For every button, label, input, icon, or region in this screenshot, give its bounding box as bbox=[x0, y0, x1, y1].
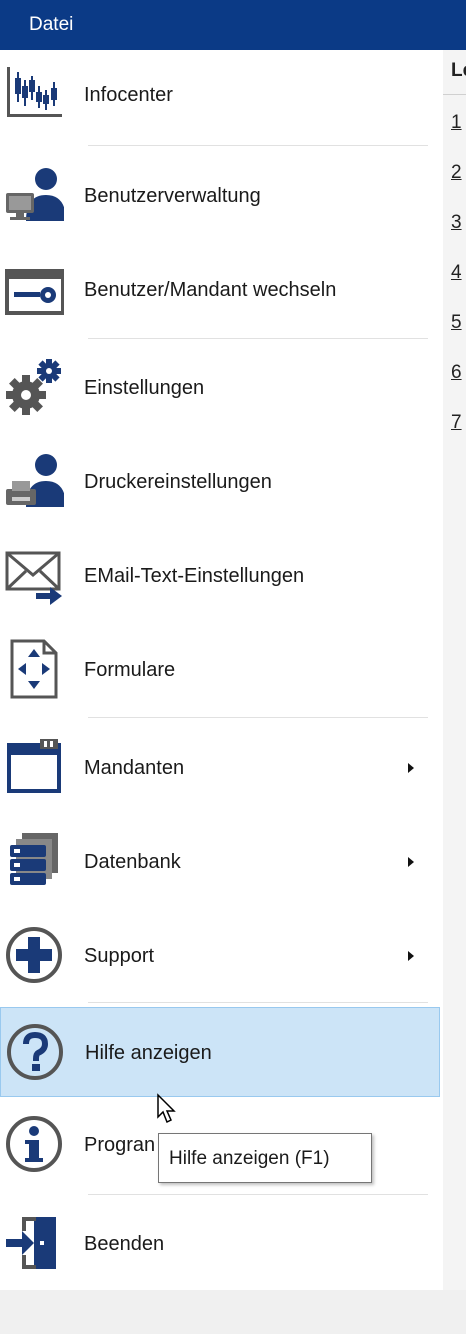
menu-item-label: Benutzerverwaltung bbox=[84, 185, 261, 207]
menu-item-label: Einstellungen bbox=[84, 377, 205, 399]
plus-circle-icon bbox=[4, 925, 64, 985]
file-menu: Infocenter Benutzerverwaltung Benutzer/M… bbox=[0, 50, 443, 1290]
exit-door-icon bbox=[4, 1213, 64, 1273]
list-link[interactable]: 1 bbox=[451, 112, 462, 134]
mouse-cursor-icon bbox=[157, 1093, 176, 1124]
separator bbox=[88, 1194, 428, 1195]
menu-item-datenbank[interactable]: Datenbank bbox=[0, 817, 443, 907]
list-link[interactable]: 6 bbox=[451, 362, 462, 384]
menu-title[interactable]: Datei bbox=[29, 14, 73, 36]
menu-item-benutzer-mandant-wechseln[interactable]: Benutzer/Mandant wechseln bbox=[0, 245, 443, 335]
menu-item-label: Progran bbox=[84, 1134, 156, 1156]
database-icon bbox=[4, 831, 64, 891]
info-circle-icon bbox=[4, 1114, 64, 1174]
gears-icon bbox=[4, 357, 64, 417]
menu-item-label: Support bbox=[84, 945, 155, 967]
bottom-area bbox=[0, 1290, 466, 1334]
question-circle-icon bbox=[5, 1022, 65, 1082]
menu-item-mandanten[interactable]: Mandanten bbox=[0, 723, 443, 813]
submenu-arrow-icon bbox=[408, 951, 414, 961]
menu-item-infocenter[interactable]: Infocenter bbox=[0, 50, 443, 140]
key-card-icon bbox=[4, 263, 64, 323]
menu-item-label: Benutzer/Mandant wechseln bbox=[84, 279, 337, 301]
printer-user-icon bbox=[4, 451, 64, 511]
submenu-arrow-icon bbox=[408, 763, 414, 773]
separator bbox=[88, 1002, 428, 1003]
background-list-panel: Le 1 2 3 4 5 6 7 bbox=[443, 50, 466, 1290]
menu-item-beenden[interactable]: Beenden bbox=[0, 1199, 443, 1289]
envelope-arrow-icon bbox=[4, 547, 64, 607]
menu-item-label: Beenden bbox=[84, 1233, 165, 1255]
menu-item-label: Mandanten bbox=[84, 757, 185, 779]
menu-item-label: Druckereinstellungen bbox=[84, 471, 272, 493]
user-computer-icon bbox=[4, 165, 64, 225]
tooltip: Hilfe anzeigen (F1) bbox=[158, 1133, 372, 1183]
separator bbox=[88, 338, 428, 339]
list-link[interactable]: 2 bbox=[451, 162, 462, 184]
separator bbox=[88, 145, 428, 146]
candlestick-chart-icon bbox=[4, 62, 64, 122]
menu-item-email-text-einstellungen[interactable]: EMail-Text-Einstellungen bbox=[0, 531, 443, 621]
menu-item-label: EMail-Text-Einstellungen bbox=[84, 565, 305, 587]
list-link[interactable]: 3 bbox=[451, 212, 462, 234]
menu-item-label: Hilfe anzeigen bbox=[85, 1042, 212, 1064]
list-link[interactable]: 4 bbox=[451, 262, 462, 284]
form-page-icon bbox=[4, 639, 64, 699]
window-folder-icon bbox=[4, 737, 64, 797]
menu-item-label: Infocenter bbox=[84, 84, 173, 106]
title-bar: Datei bbox=[0, 0, 466, 50]
separator bbox=[88, 717, 428, 718]
header-divider bbox=[443, 94, 466, 95]
menu-item-einstellungen[interactable]: Einstellungen bbox=[0, 343, 443, 433]
column-header: Le bbox=[451, 60, 466, 81]
menu-item-hilfe-anzeigen[interactable]: Hilfe anzeigen bbox=[0, 1007, 440, 1097]
tooltip-text: Hilfe anzeigen (F1) bbox=[169, 1148, 330, 1169]
menu-item-druckereinstellungen[interactable]: Druckereinstellungen bbox=[0, 437, 443, 527]
list-link[interactable]: 7 bbox=[451, 412, 462, 434]
menu-item-label: Formulare bbox=[84, 659, 176, 681]
menu-item-label: Datenbank bbox=[84, 851, 181, 873]
menu-item-benutzerverwaltung[interactable]: Benutzerverwaltung bbox=[0, 151, 443, 241]
list-link[interactable]: 5 bbox=[451, 312, 462, 334]
menu-item-formulare[interactable]: Formulare bbox=[0, 625, 443, 715]
submenu-arrow-icon bbox=[408, 857, 414, 867]
menu-item-support[interactable]: Support bbox=[0, 911, 443, 1001]
